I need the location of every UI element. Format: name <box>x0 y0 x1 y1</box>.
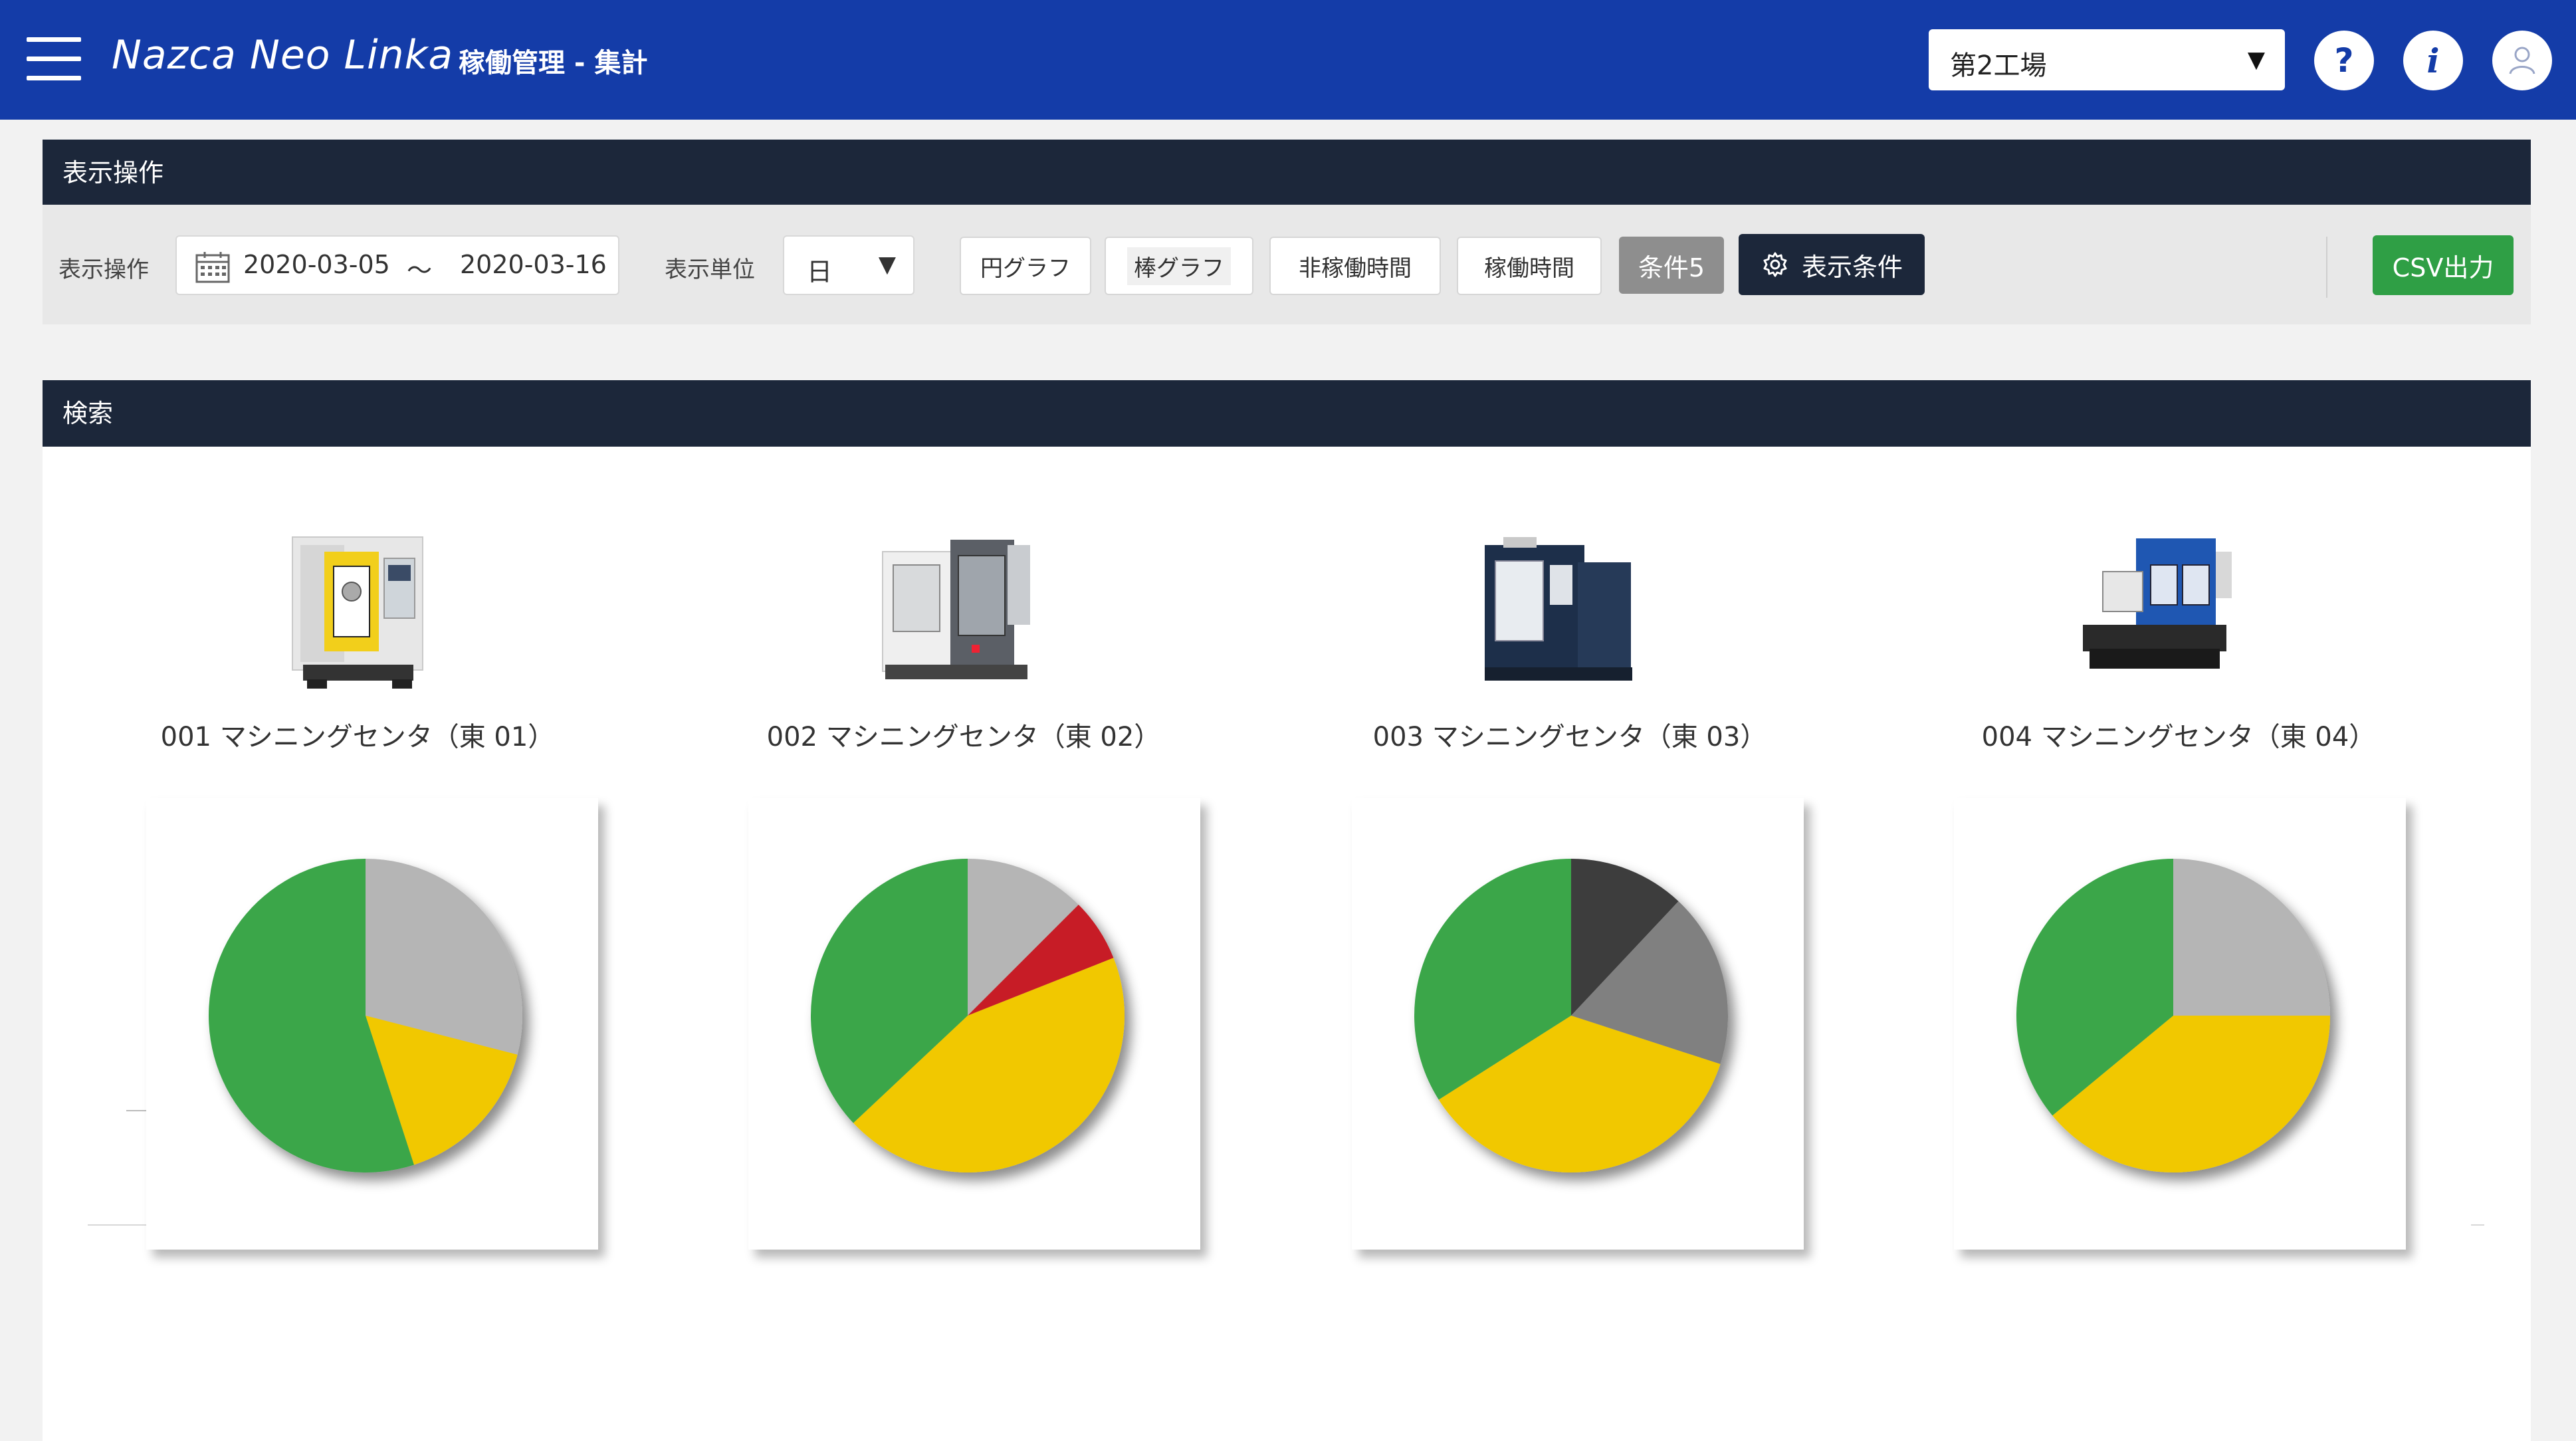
page-title: 稼働管理 - 集計 <box>459 48 648 78</box>
unit-select[interactable]: 日 ▼ <box>783 235 914 295</box>
toolbar-divider <box>2326 237 2327 298</box>
pie-chart <box>2016 859 2330 1172</box>
pie-chart-card[interactable] <box>748 798 1200 1250</box>
machine-image[interactable] <box>877 525 1037 691</box>
display-settings-label: 表示条件 <box>1801 252 1903 282</box>
divider <box>2471 1224 2484 1226</box>
machine-image[interactable] <box>2076 525 2236 691</box>
machine-name[interactable]: 002 マシニングセンタ（東 02） <box>767 715 1161 754</box>
non-operating-time-button[interactable]: 非稼働時間 <box>1269 237 1441 295</box>
machine-name[interactable]: 003 マシニングセンタ（東 03） <box>1373 715 1767 754</box>
pie-slice-1[interactable] <box>2173 859 2330 1016</box>
gear-icon <box>1763 252 1787 277</box>
pie-chart-card[interactable] <box>1352 798 1804 1250</box>
factory-select-value: 第2工場 <box>1950 51 2047 81</box>
csv-export-button[interactable]: CSV出力 <box>2373 235 2514 295</box>
pie-chart <box>1414 859 1728 1172</box>
divider <box>88 1224 148 1226</box>
bar-chart-button[interactable]: 棒グラフ <box>1105 237 1253 295</box>
unit-select-value: 日 <box>807 257 833 286</box>
app-logo: Nazca Neo Linka <box>112 32 454 78</box>
pie-chart <box>209 859 522 1172</box>
unit-label: 表示単位 <box>665 257 755 283</box>
search-panel-header: 検索 <box>43 380 2531 447</box>
period-label: 表示操作 <box>58 257 149 283</box>
pie-chart-button[interactable]: 円グラフ <box>960 237 1091 295</box>
factory-select[interactable]: 第2工場 ▼ <box>1929 29 2285 90</box>
display-panel-header: 表示操作 <box>43 140 2531 206</box>
display-settings-button[interactable]: 表示条件 <box>1739 234 1925 295</box>
machine-name[interactable]: 001 マシニングセンタ（東 01） <box>161 715 555 754</box>
machine-image[interactable] <box>280 525 440 691</box>
top-bar: Nazca Neo Linka 稼働管理 - 集計 第2工場 ▼ ? i <box>0 0 2576 120</box>
help-icon[interactable]: ? <box>2314 31 2374 90</box>
machine-image[interactable] <box>1478 525 1638 691</box>
date-to: 2020-03-16 <box>460 250 607 279</box>
date-range-field[interactable]: 2020-03-05 ～ 2020-03-16 <box>175 235 619 295</box>
chevron-down-icon: ▼ <box>878 251 896 278</box>
chevron-down-icon: ▼ <box>2247 47 2265 73</box>
pie-chart-card[interactable] <box>146 798 598 1250</box>
operating-time-button[interactable]: 稼働時間 <box>1457 237 1602 295</box>
menu-icon[interactable] <box>27 37 81 81</box>
date-from: 2020-03-05 <box>243 250 390 279</box>
divider <box>126 1110 146 1111</box>
user-icon[interactable] <box>2492 31 2552 90</box>
pie-chart-card[interactable] <box>1954 798 2406 1250</box>
machine-name[interactable]: 004 マシニングセンタ（東 04） <box>1982 715 2376 754</box>
condition-button[interactable]: 条件5 <box>1619 237 1724 294</box>
pie-chart <box>811 859 1125 1172</box>
calendar-icon <box>195 252 230 283</box>
date-separator: ～ <box>407 256 433 285</box>
info-icon[interactable]: i <box>2403 31 2463 90</box>
